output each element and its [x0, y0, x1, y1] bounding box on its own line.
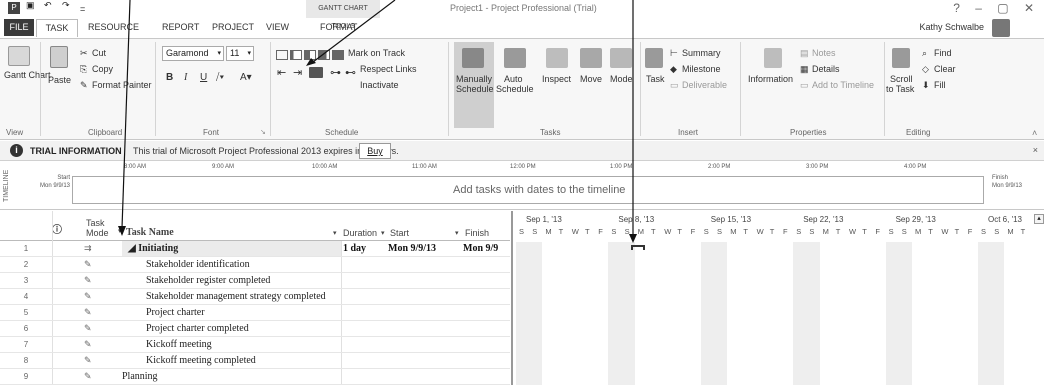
arrow-head [629, 234, 637, 243]
arrow-to-task-name [121, 0, 131, 229]
arrow-head [306, 58, 316, 66]
arrow-to-split-task [312, 0, 396, 63]
annotation-arrows [118, 0, 637, 243]
arrow-head [118, 226, 126, 236]
